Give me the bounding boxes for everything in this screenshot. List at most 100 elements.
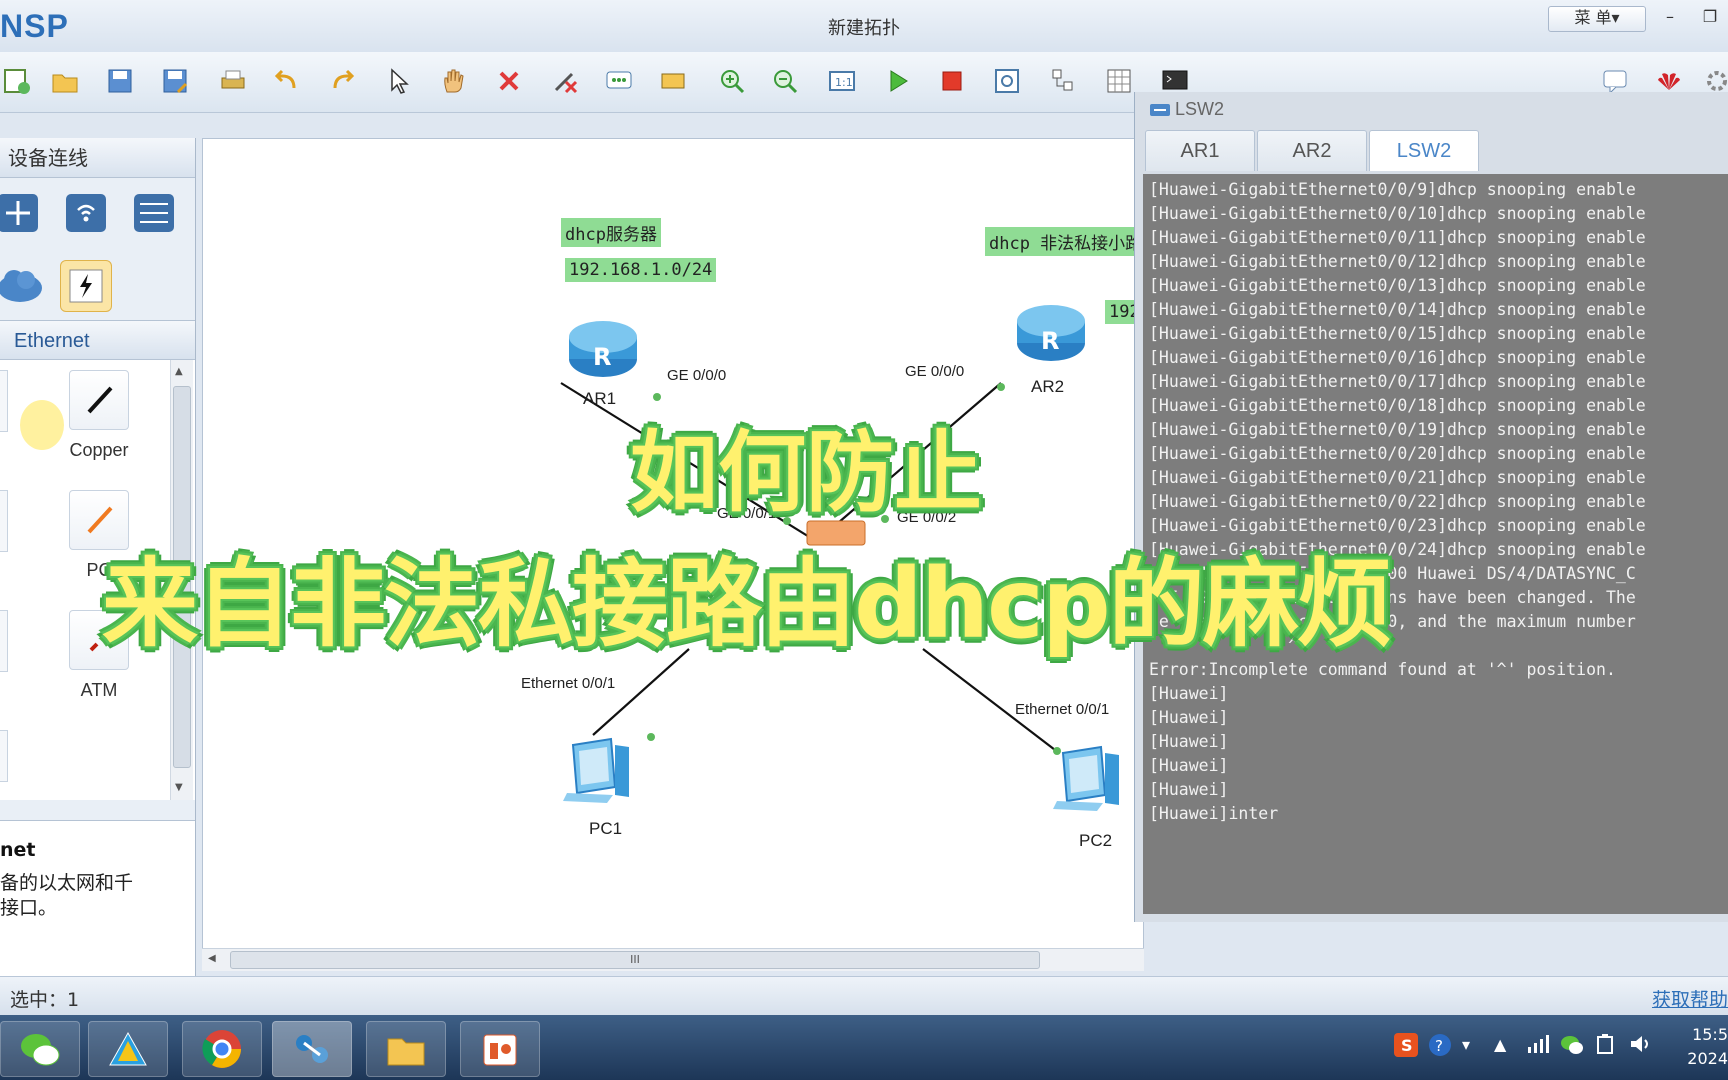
capture-icon[interactable] [990,64,1024,98]
svg-text:1:1: 1:1 [835,76,853,89]
terminal-line: [Huawei-GigabitEthernet0/0/9]dhcp snoopi… [1149,180,1636,199]
auto-cable[interactable] [0,370,8,432]
scroll-up-icon[interactable]: ▲ [175,366,183,377]
ctl-cable[interactable] [0,610,8,672]
launcher-icon[interactable] [88,1021,168,1077]
cursor-highlight [20,400,64,450]
terminal-line: [Huawei] [1149,732,1229,751]
title-bar: NSP 新建拓扑 菜 单▾ – ❐ [0,0,1728,53]
power-icon[interactable] [1594,1033,1618,1059]
terminal-line: [Huawei-GigabitEthernet0/0/10]dhcp snoop… [1149,204,1646,223]
tab-ar1[interactable]: AR1 [1145,130,1255,171]
volume-icon[interactable] [1628,1033,1652,1059]
terminal-line: [Huawei-GigabitEthernet0/0/15]dhcp snoop… [1149,324,1646,343]
ethernet-section-title: Ethernet [0,320,195,360]
svg-text:?: ? [1435,1037,1443,1055]
terminal-line: [Huawei-GigabitEthernet0/0/13]dhcp snoop… [1149,276,1646,295]
explorer-icon[interactable] [366,1021,446,1077]
help-tray-icon[interactable]: ? [1428,1033,1452,1061]
terminal-line: [Huawei-GigabitEthernet0/0/21]dhcp snoop… [1149,468,1646,487]
hscroll-thumb[interactable]: III [230,951,1040,969]
serial-cable[interactable] [0,490,8,552]
terminal-line: [Huawei-GigabitEthernet0/0/20]dhcp snoop… [1149,444,1646,463]
selection-count: 选中：1 [10,989,80,1011]
start-icon[interactable] [880,64,914,98]
cable-category-icon[interactable] [60,260,112,312]
terminal-line: [Huawei-GigabitEthernet0/0/22]dhcp snoop… [1149,492,1646,511]
console-window: LSW2 AR1 AR2 LSW2 [Huawei-GigabitEtherne… [1134,92,1728,922]
network-icon[interactable] [1526,1033,1550,1059]
switch-icon [1149,100,1171,124]
help-link[interactable]: 获取帮助 [1652,985,1728,1012]
undo-icon[interactable] [270,64,304,98]
router-category-icon[interactable] [0,188,44,238]
terminal-prompt-line[interactable]: [Huawei]inter [1149,802,1728,826]
pc-icon [563,737,629,803]
ime-icon[interactable]: S [1394,1033,1418,1061]
wechat-icon[interactable] [0,1021,80,1077]
pc-pc2[interactable] [1053,743,1133,819]
canvas-hscroll[interactable]: ◀ III [202,948,1144,971]
wechat-tray-icon[interactable] [1560,1033,1584,1059]
terminal-line: [Huawei-GigabitEthernet0/0/19]dhcp snoop… [1149,420,1646,439]
clock-time: 15:5 [1692,1025,1728,1044]
text-note-icon[interactable] [602,64,636,98]
chrome-icon[interactable] [182,1021,262,1077]
presentation-icon[interactable] [460,1021,540,1077]
delete-link-icon[interactable] [548,64,582,98]
restore-button[interactable]: ❐ [1692,6,1728,30]
stop-icon[interactable] [935,64,969,98]
terminal-line: [Huawei] [1149,708,1229,727]
terminal-line: [Huawei] [1149,780,1229,799]
desc-title: net [0,839,36,861]
pc1-label: PC1 [589,819,623,838]
fit-icon[interactable]: 1:1 [825,64,859,98]
pc-pc1[interactable] [563,735,643,811]
copper-cable[interactable]: Copper [60,370,138,461]
zoom-in-icon[interactable] [715,64,749,98]
menu-button[interactable]: 菜 单▾ [1548,6,1646,32]
ar1-port-label: GE 0/0/0 [667,367,727,384]
net1-label[interactable]: 192.168.1.0/24 [565,258,717,282]
scroll-down-icon[interactable]: ▼ [175,782,183,793]
rectangle-icon[interactable] [656,64,690,98]
status-bar: 选中：1 获取帮助 [0,976,1728,1015]
select-icon[interactable] [382,64,416,98]
rogue-router-label[interactable]: dhcp 非法私接小路由 [985,227,1143,256]
panel-header: 设备连线 [0,138,195,178]
zoom-out-icon[interactable] [768,64,802,98]
cable-item[interactable] [0,730,8,782]
tray-overflow-icon[interactable]: ▾ [1462,1035,1470,1054]
grid-icon[interactable] [1102,64,1136,98]
ensp-icon[interactable] [272,1021,352,1077]
cloud-category-icon[interactable] [0,260,46,310]
minimize-button[interactable]: – [1652,6,1688,30]
new-topology-icon[interactable] [0,64,34,98]
dhcp-server-label[interactable]: dhcp服务器 [561,218,661,247]
taskbar-clock[interactable]: 15:5 2024 [1687,1023,1728,1071]
pan-hand-icon[interactable] [436,64,470,98]
redo-icon[interactable] [325,64,359,98]
terminal-line: [Huawei-GigabitEthernet0/0/17]dhcp snoop… [1149,372,1646,391]
router-ar2[interactable]: R [1013,299,1089,369]
tab-ar2[interactable]: AR2 [1257,130,1367,171]
terminal-line: [Huawei-GigabitEthernet0/0/12]dhcp snoop… [1149,252,1646,271]
topology-icon[interactable] [1046,64,1080,98]
tab-lsw2[interactable]: LSW2 [1369,130,1479,171]
overlay-title-line2: 来自非法私接路由dhcp的麻烦 [102,548,1393,660]
scroll-left-icon[interactable]: ◀ [208,953,216,964]
terminal-line: [Huawei] [1149,684,1229,703]
firewall-category-icon[interactable] [130,188,180,238]
clock-date: 2024 [1687,1049,1728,1068]
open-icon[interactable] [48,64,82,98]
print-icon[interactable] [216,64,250,98]
tray-up-icon[interactable]: ▲ [1494,1035,1506,1054]
svg-text:R: R [1041,327,1059,355]
save-icon[interactable] [103,64,137,98]
wireless-category-icon[interactable] [62,188,112,238]
save-as-icon[interactable] [158,64,192,98]
delete-icon[interactable] [492,64,526,98]
router-ar1[interactable]: R [565,315,641,385]
pc1-port-label: Ethernet 0/0/1 [521,675,616,692]
desc-text: 备的以太网和千 接口。 [0,872,134,919]
